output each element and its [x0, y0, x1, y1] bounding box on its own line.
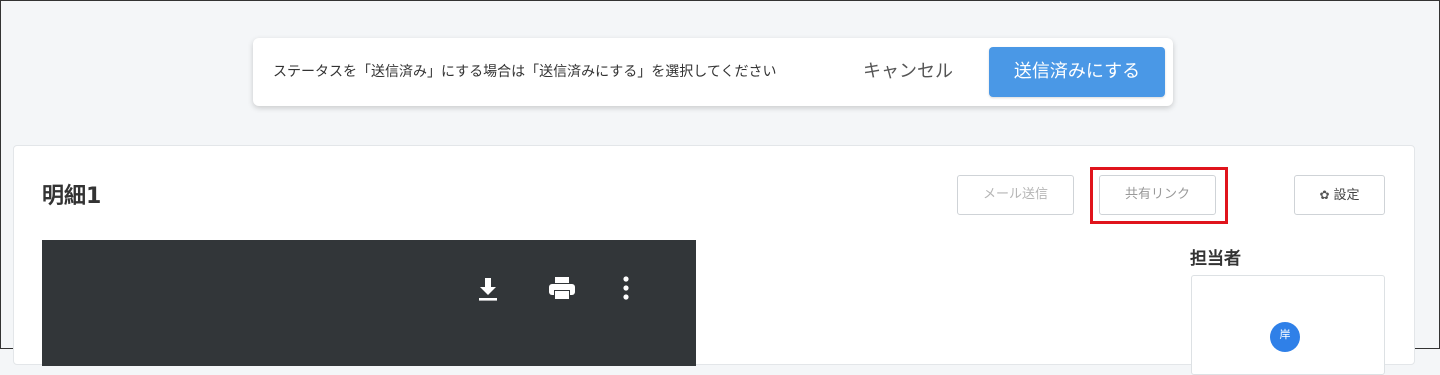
assignee-label: 担当者 [1190, 249, 1241, 269]
more-vertical-icon[interactable] [620, 274, 632, 302]
settings-button-label: 設定 [1333, 188, 1360, 203]
cancel-button[interactable]: キャンセル [863, 38, 953, 106]
notice-message: ステータスを「送信済み」にする場合は「送信済みにする」を選択してください [273, 64, 777, 80]
pdf-viewer [42, 240, 696, 366]
detail-card: 明細1 メール送信 共有リンク ✿ 設定 担当者 岸 [13, 145, 1415, 375]
gear-icon: ✿ [1319, 188, 1330, 202]
share-link-button[interactable]: 共有リンク [1099, 175, 1216, 215]
send-mail-button[interactable]: メール送信 [957, 175, 1074, 215]
avatar[interactable]: 岸 [1270, 322, 1300, 352]
card-title: 明細1 [42, 184, 102, 209]
download-icon[interactable] [476, 274, 500, 302]
mark-as-sent-button[interactable]: 送信済みにする [989, 47, 1165, 97]
status-notice-bar: ステータスを「送信済み」にする場合は「送信済みにする」を選択してください キャン… [253, 38, 1173, 106]
print-icon[interactable] [546, 274, 578, 302]
settings-button[interactable]: ✿ 設定 [1294, 175, 1385, 215]
assignee-box: 岸 [1191, 275, 1385, 375]
